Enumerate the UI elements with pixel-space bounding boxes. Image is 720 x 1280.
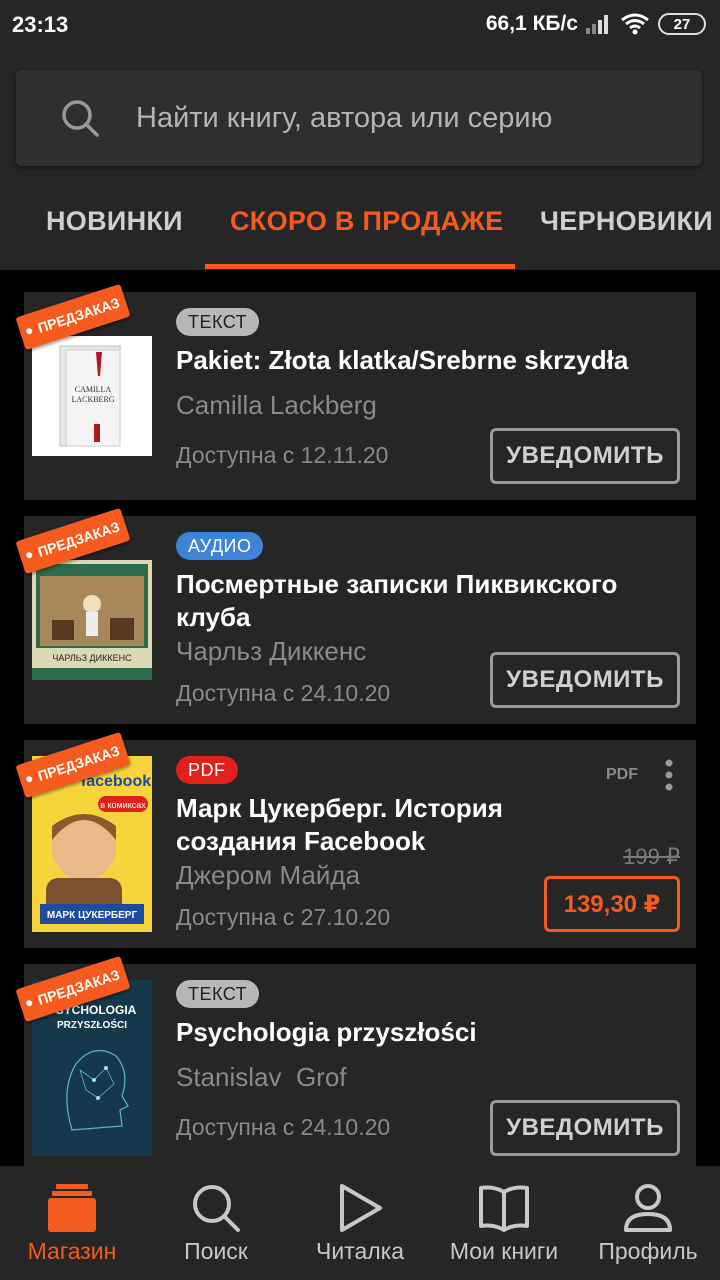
- more-options-icon[interactable]: [664, 758, 674, 792]
- book-author[interactable]: Stanislav Grof: [176, 1062, 347, 1093]
- book-card[interactable]: facebook в комиксах МАРК ЦУКЕРБЕРГ ПРЕДЗ…: [15, 731, 696, 948]
- format-label: PDF: [606, 766, 638, 783]
- notify-button[interactable]: УВЕДОМИТЬ: [490, 428, 680, 484]
- book-cover[interactable]: ЧАРЛЬЗ ДИККЕНС: [32, 560, 152, 680]
- cover-image: CAMILLA LACKBERG: [59, 345, 121, 447]
- battery-icon: 27: [658, 13, 706, 35]
- buy-button[interactable]: 139,30 ₽: [544, 876, 680, 932]
- book-title[interactable]: Посмертные записки Пиквикского клуба: [176, 568, 666, 634]
- book-author[interactable]: Camilla Lackberg: [176, 390, 377, 421]
- format-badge: АУДИО: [176, 532, 264, 560]
- cover-sticker: в комиксах: [100, 800, 146, 810]
- network-speed: 66,1 КБ/с: [485, 12, 578, 35]
- status-indicators: 66,1 КБ/с 27: [486, 12, 706, 36]
- notify-button[interactable]: УВЕДОМИТЬ: [490, 652, 680, 708]
- book-cover[interactable]: CAMILLA LACKBERG: [32, 336, 152, 456]
- search-icon: [62, 100, 99, 137]
- book-title[interactable]: Марк Цукерберг. История создания Faceboo…: [176, 792, 556, 858]
- nav-label: Профиль: [598, 1238, 698, 1264]
- tab-new[interactable]: НОВИНКИ: [46, 206, 183, 237]
- tab-active-indicator: [205, 264, 515, 269]
- cover-text: ЧАРЛЬЗ ДИККЕНС: [52, 653, 132, 663]
- nav-my-books[interactable]: Мои книги: [432, 1166, 576, 1280]
- availability-date: Доступна с 27.10.20: [176, 904, 391, 930]
- tab-bar: НОВИНКИ СКОРО В ПРОДАЖЕ ЧЕРНОВИКИ: [0, 202, 720, 270]
- bottom-navigation: Магазин Поиск Читалка Мои книги Профиль: [0, 1166, 720, 1280]
- nav-search[interactable]: Поиск: [144, 1166, 288, 1280]
- book-card[interactable]: PSYCHOLOGIA PRZYSZŁOŚCI ПРЕДЗАКАЗ ТЕКСТ …: [15, 955, 696, 1166]
- book-title[interactable]: Pakiet: Złota klatka/Srebrne skrzydła: [176, 344, 666, 377]
- book-list[interactable]: CAMILLA LACKBERG ПРЕДЗАКАЗ ТЕКСТ Pakiet:…: [0, 270, 720, 1166]
- availability-date: Доступна с 24.10.20: [176, 680, 391, 706]
- profile-icon: [624, 1184, 672, 1232]
- nav-reader[interactable]: Читалка: [288, 1166, 432, 1280]
- tab-coming-soon[interactable]: СКОРО В ПРОДАЖЕ: [230, 206, 504, 237]
- book-title[interactable]: Psychologia przyszłości: [176, 1016, 666, 1049]
- status-time: 23:13: [12, 12, 69, 37]
- status-bar: 23:13 66,1 КБ/с 27: [0, 0, 720, 52]
- notify-button[interactable]: УВЕДОМИТЬ: [490, 1100, 680, 1156]
- play-icon: [340, 1184, 382, 1232]
- top-app-bar: Найти книгу, автора или серию НОВИНКИ СК…: [0, 52, 720, 270]
- search-placeholder: Найти книгу, автора или серию: [136, 102, 553, 134]
- nav-label: Магазин: [27, 1238, 117, 1264]
- svg-text:LACKBERG: LACKBERG: [71, 395, 114, 404]
- format-badge: ТЕКСТ: [176, 308, 260, 336]
- availability-date: Доступна с 24.10.20: [176, 1114, 391, 1140]
- signal-icon: [586, 14, 612, 34]
- store-icon: [48, 1184, 96, 1232]
- wifi-icon: [621, 13, 649, 35]
- format-badge: ТЕКСТ: [176, 980, 260, 1008]
- nav-label: Поиск: [184, 1238, 248, 1264]
- availability-date: Доступна с 12.11.20: [176, 442, 389, 468]
- book-card[interactable]: ЧАРЛЬЗ ДИККЕНС ПРЕДЗАКАЗ АУДИО Посмертны…: [15, 507, 696, 724]
- svg-text:PRZYSZŁOŚCI: PRZYSZŁOŚCI: [57, 1018, 127, 1031]
- format-badge: PDF: [176, 756, 238, 784]
- search-input[interactable]: Найти книгу, автора или серию: [16, 70, 702, 166]
- nav-store[interactable]: Магазин: [0, 1166, 144, 1280]
- book-author[interactable]: Чарльз Диккенс: [176, 636, 366, 667]
- book-card[interactable]: CAMILLA LACKBERG ПРЕДЗАКАЗ ТЕКСТ Pakiet:…: [15, 283, 696, 500]
- book-icon: [479, 1185, 529, 1232]
- svg-text:CAMILLA: CAMILLA: [75, 385, 112, 394]
- cover-image: ЧАРЛЬЗ ДИККЕНС: [32, 560, 152, 680]
- book-author[interactable]: Джером Майда: [176, 860, 360, 891]
- old-price: 199 ₽: [623, 844, 680, 869]
- tab-drafts[interactable]: ЧЕРНОВИКИ: [540, 206, 713, 237]
- nav-profile[interactable]: Профиль: [576, 1166, 720, 1280]
- search-icon: [193, 1185, 240, 1232]
- nav-label: Читалка: [315, 1238, 405, 1264]
- cover-text: МАРК ЦУКЕРБЕРГ: [47, 910, 138, 921]
- nav-label: Мои книги: [449, 1238, 559, 1264]
